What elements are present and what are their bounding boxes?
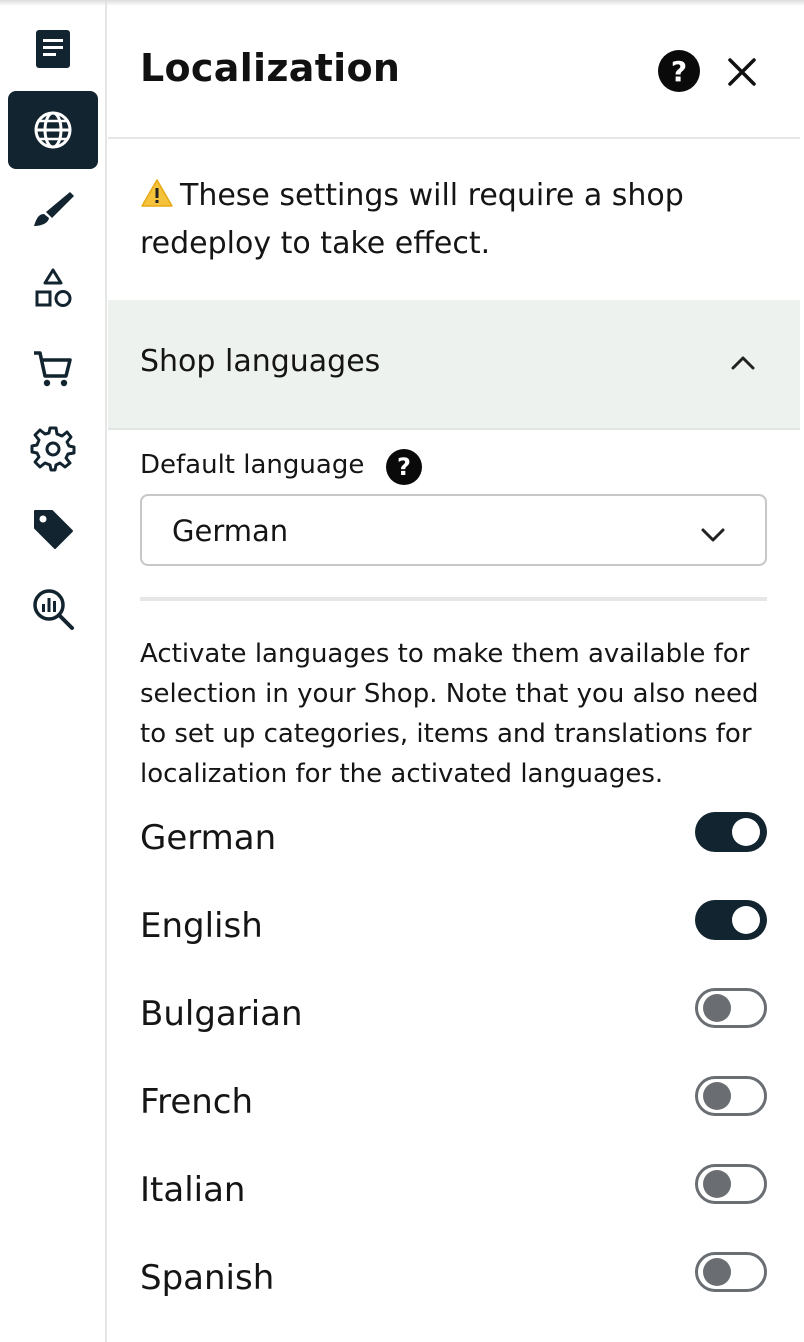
chevron-up-icon	[731, 356, 755, 370]
sidebar	[0, 0, 107, 1342]
sidebar-item-content[interactable]	[8, 10, 98, 88]
warning-triangle-icon	[141, 179, 173, 207]
language-name: English	[140, 906, 263, 946]
warning-text: These settings will require a shop redep…	[140, 178, 684, 261]
language-row-german: German	[140, 812, 767, 872]
language-toggle-german[interactable]	[695, 812, 767, 852]
page-title: Localization	[140, 46, 401, 90]
language-row-spanish: Spanish	[140, 1252, 767, 1312]
language-row-italian: Italian	[140, 1164, 767, 1224]
toggle-knob	[732, 906, 760, 934]
sidebar-item-design[interactable]	[8, 170, 98, 248]
section-title: Shop languages	[140, 344, 381, 379]
language-name: Italian	[140, 1170, 246, 1210]
toggle-knob	[703, 1170, 731, 1198]
default-language-value: German	[172, 514, 289, 548]
close-icon	[728, 58, 756, 86]
sidebar-item-shop[interactable]	[8, 330, 98, 408]
cart-icon	[34, 351, 72, 387]
language-name: Bulgarian	[140, 994, 303, 1034]
top-shadow	[0, 0, 804, 6]
language-row-french: French	[140, 1076, 767, 1136]
chevron-down-icon	[701, 528, 725, 542]
question-circle-icon[interactable]: ?	[386, 449, 422, 485]
toggle-knob	[703, 1258, 731, 1286]
languages-description: Activate languages to make them availabl…	[140, 639, 759, 789]
globe-icon	[34, 111, 72, 149]
sidebar-item-pricing[interactable]	[8, 490, 98, 568]
sidebar-item-settings[interactable]	[8, 410, 98, 488]
language-name: French	[140, 1082, 254, 1122]
sidebar-item-products[interactable]	[8, 250, 98, 328]
language-toggle-spanish[interactable]	[695, 1252, 767, 1292]
default-language-label: Default language	[140, 450, 365, 480]
sidebar-item-localization[interactable]	[8, 91, 98, 169]
toggle-knob	[703, 994, 731, 1022]
sidebar-item-analytics[interactable]	[8, 570, 98, 648]
language-row-english: English	[140, 900, 767, 960]
brush-icon	[34, 192, 74, 226]
gear-icon	[30, 426, 76, 472]
redeploy-warning: These settings will require a shop redep…	[140, 172, 760, 268]
divider	[140, 597, 767, 601]
tag-icon	[34, 510, 73, 549]
shop-languages-section-toggle[interactable]: Shop languages	[108, 300, 800, 430]
toggle-knob	[732, 818, 760, 846]
language-row-bulgarian: Bulgarian	[140, 988, 767, 1048]
language-toggle-french[interactable]	[695, 1076, 767, 1116]
language-name: German	[140, 818, 277, 858]
shapes-icon	[35, 268, 72, 307]
close-button[interactable]	[720, 50, 764, 94]
document-icon	[36, 30, 70, 68]
language-toggle-english[interactable]	[695, 900, 767, 940]
language-name: Spanish	[140, 1258, 275, 1298]
question-circle-icon[interactable]: ?	[658, 50, 700, 92]
language-toggle-bulgarian[interactable]	[695, 988, 767, 1028]
analytics-search-icon	[33, 589, 74, 630]
panel-header: Localization ?	[108, 0, 800, 139]
default-language-select[interactable]: German	[140, 494, 767, 566]
language-toggle-italian[interactable]	[695, 1164, 767, 1204]
localization-panel: Localization ? These settings will requi…	[108, 0, 804, 1342]
toggle-knob	[703, 1082, 731, 1110]
